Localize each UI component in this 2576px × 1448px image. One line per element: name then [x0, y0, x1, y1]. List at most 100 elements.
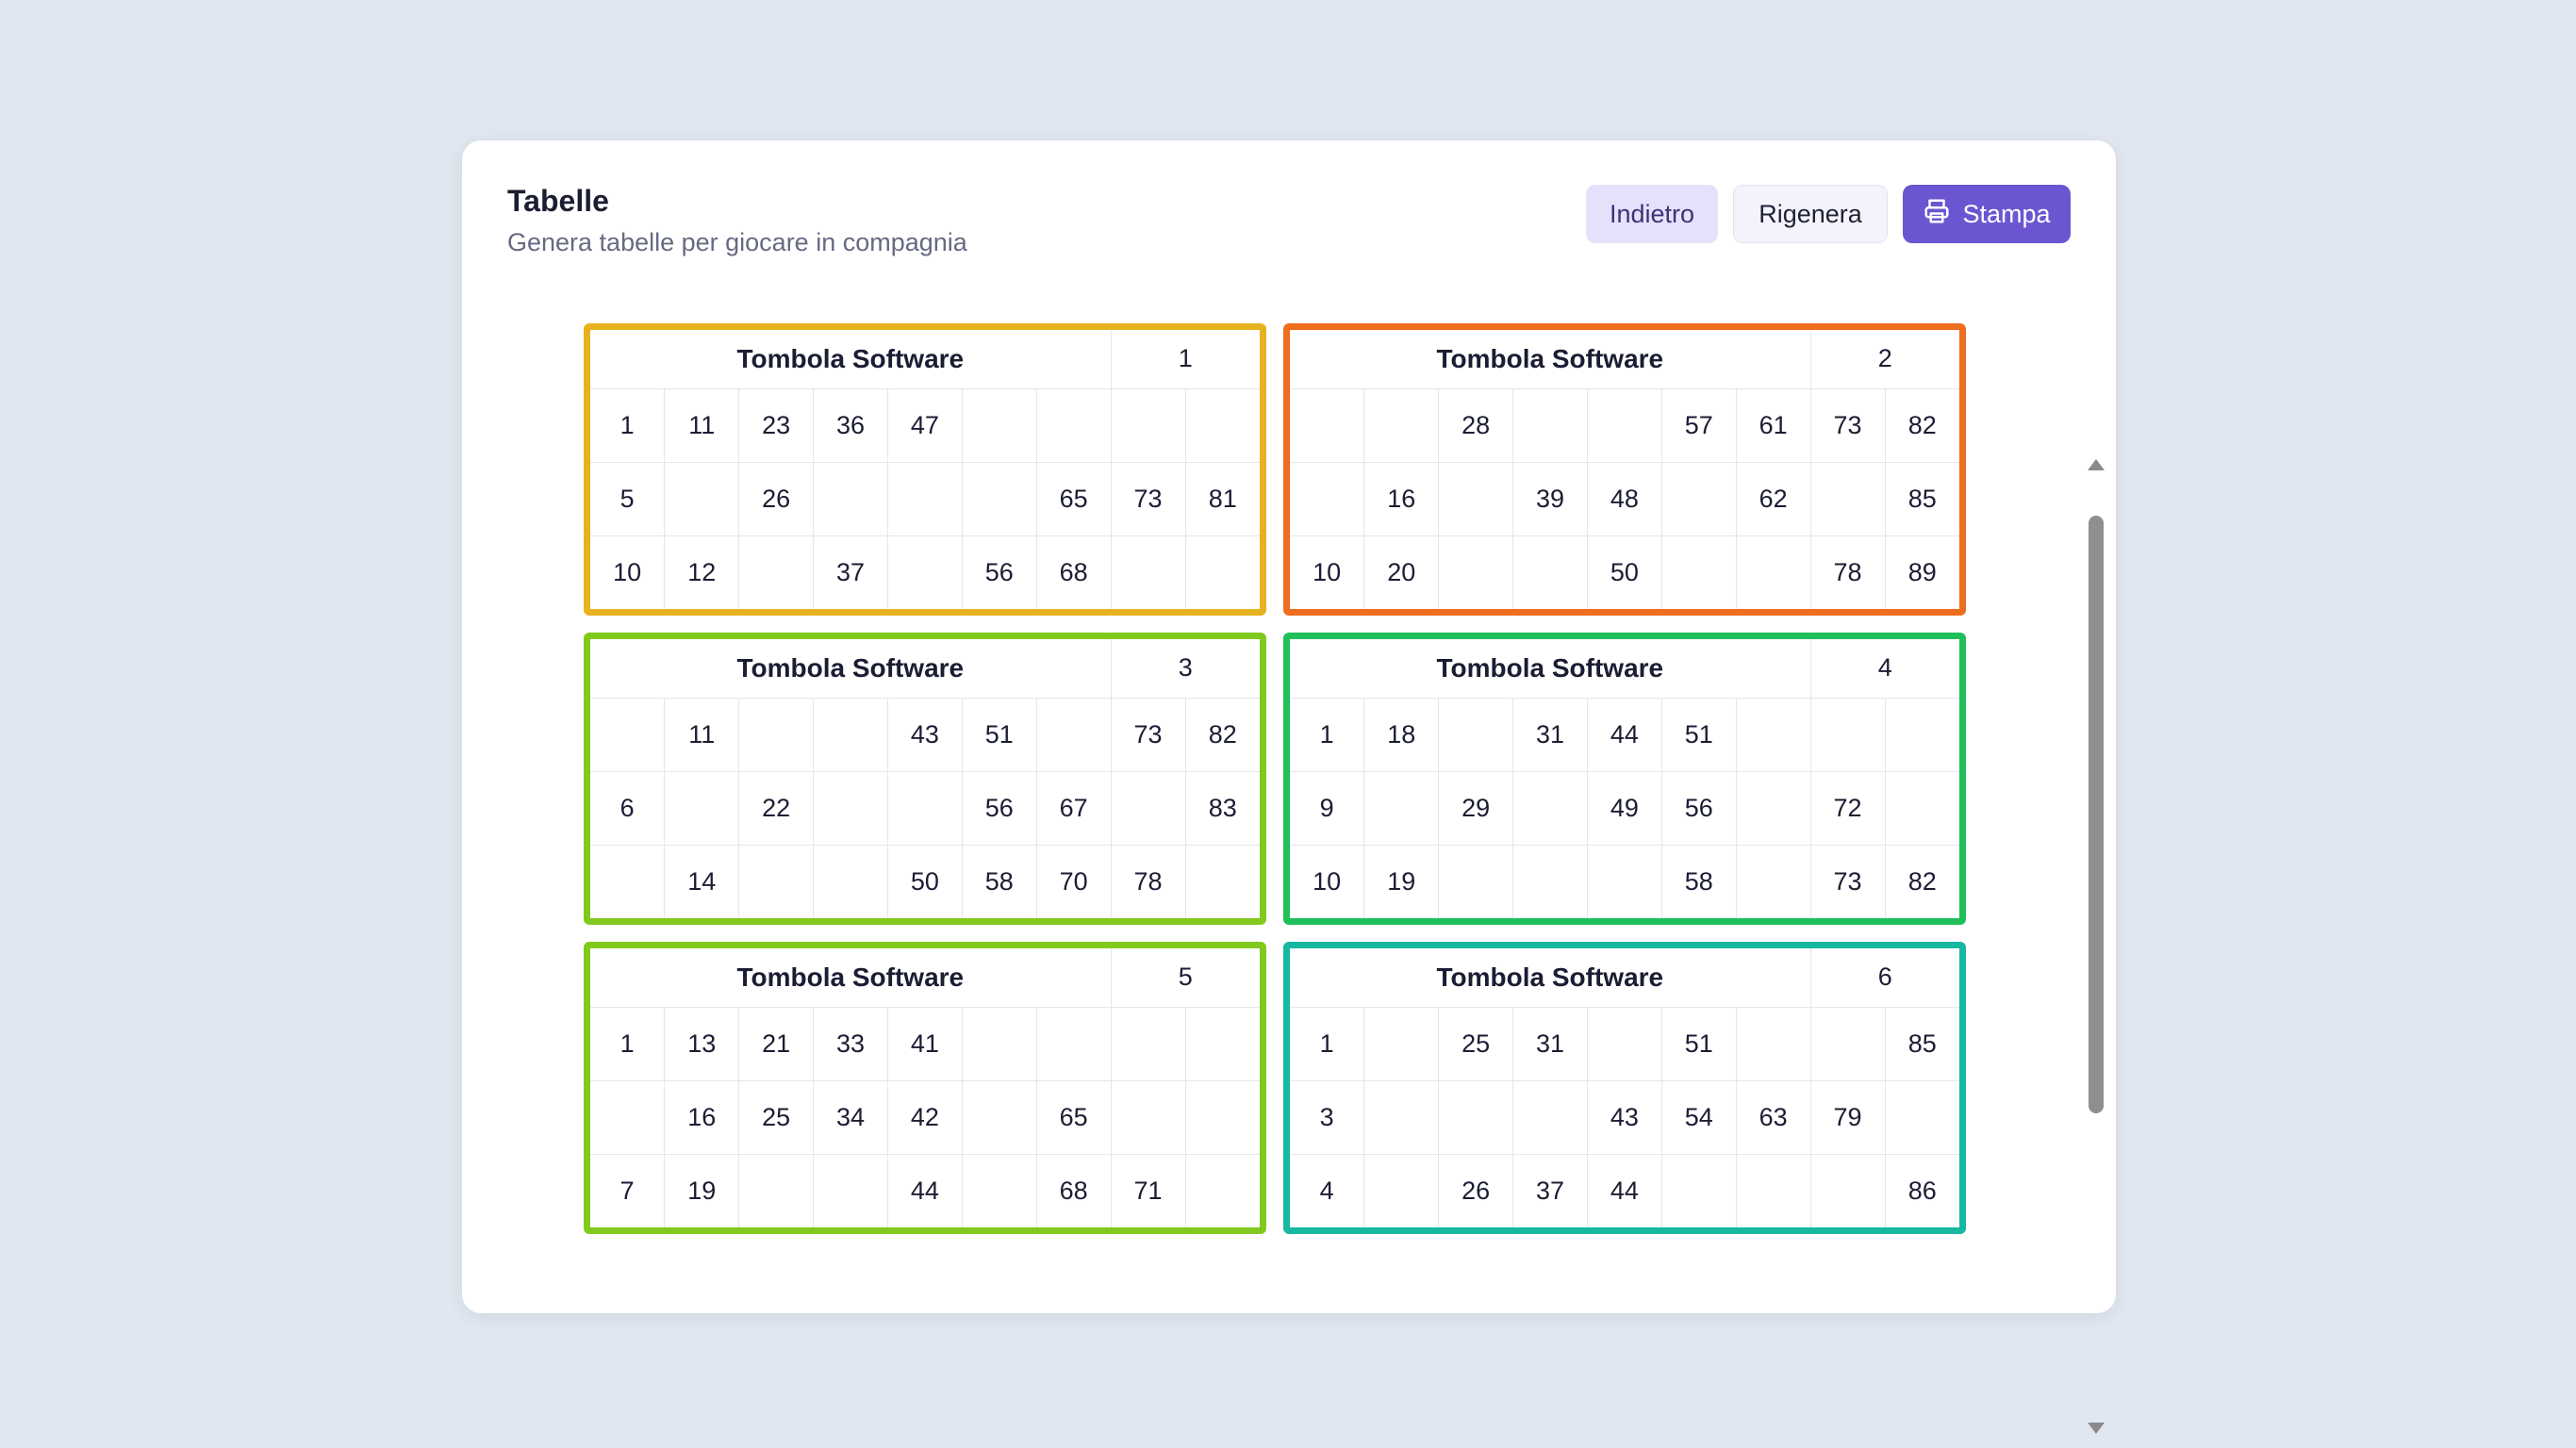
- ticket-cell: [1512, 1079, 1588, 1155]
- ticket-cell: [1735, 1153, 1811, 1227]
- ticket-cell: 29: [1438, 770, 1514, 846]
- ticket-cell: [1184, 1079, 1260, 1155]
- ticket-cell: [1438, 1079, 1514, 1155]
- ticket-cell: 11: [664, 387, 740, 463]
- ticket-cell: 28: [1438, 387, 1514, 463]
- ticket-cell: 63: [1735, 1079, 1811, 1155]
- ticket-cell: 16: [664, 1079, 740, 1155]
- ticket-row: 9 29 49 56 72: [1290, 770, 1959, 846]
- ticket-cell: [738, 697, 815, 772]
- ticket-cell: [1438, 535, 1514, 609]
- ticket-cell: 12: [664, 535, 740, 609]
- ticket-cell: [961, 387, 1037, 463]
- scroll-down-arrow-icon[interactable]: [2088, 1423, 2105, 1434]
- ticket-cell: 56: [961, 535, 1037, 609]
- ticket-cell: [887, 770, 963, 846]
- ticket-row: 10 19 58 73 82: [1290, 844, 1959, 918]
- ticket-cell: 25: [1438, 1006, 1514, 1081]
- ticket-cell: [1512, 844, 1588, 918]
- ticket-cell: [590, 844, 666, 918]
- ticket-cell: 42: [887, 1079, 963, 1155]
- ticket-cell: 51: [961, 697, 1037, 772]
- ticket-row: 14 50 58 70 78: [590, 844, 1260, 918]
- ticket-cell: [1809, 1006, 1886, 1081]
- ticket-cell: 33: [813, 1006, 888, 1081]
- ticket-cell: 13: [664, 1006, 740, 1081]
- ticket-cell: 73: [1809, 387, 1886, 463]
- ticket-cell: [961, 1153, 1037, 1227]
- ticket-cell: 78: [1809, 535, 1886, 609]
- ticket-cell: 1: [590, 1006, 666, 1081]
- ticket-cell: [1184, 1153, 1260, 1227]
- ticket-cell: 21: [738, 1006, 815, 1081]
- ticket-cell: 71: [1110, 1153, 1186, 1227]
- ticket-cell: [1735, 697, 1811, 772]
- vertical-scrollbar[interactable]: [2086, 316, 2106, 1434]
- ticket-cell: [1512, 535, 1588, 609]
- ticket-cell: [1735, 770, 1811, 846]
- ticket-cell: 3: [1290, 1079, 1365, 1155]
- ticket-table: Tombola Software 2 28 57 61 73 82 16 39 48 62 85 10 2…: [1290, 330, 1959, 609]
- ticket-cell: 18: [1363, 697, 1440, 772]
- ticket-cell: 85: [1884, 461, 1959, 536]
- ticket-cell: 78: [1110, 844, 1186, 918]
- ticket-number: 5: [1110, 948, 1260, 1008]
- ticket-number: 6: [1809, 948, 1959, 1008]
- tombola-ticket: Tombola Software 5 1 13 21 33 41 16 25 34 42 65 7 19 4…: [584, 942, 1266, 1234]
- ticket-cell: [887, 461, 963, 536]
- ticket-cell: 1: [1290, 697, 1365, 772]
- ticket-row: 11 43 51 73 82: [590, 697, 1260, 772]
- ticket-row: 10 20 50 78 89: [1290, 535, 1959, 609]
- ticket-table: Tombola Software 4 1 18 31 44 51 9 29 49 56 72 10 19 5…: [1290, 639, 1959, 918]
- ticket-cell: 65: [1035, 461, 1112, 536]
- ticket-cell: 5: [590, 461, 666, 536]
- ticket-cell: 82: [1884, 387, 1959, 463]
- ticket-name: Tombola Software: [1290, 639, 1811, 699]
- ticket-cell: [738, 844, 815, 918]
- ticket-cell: 50: [887, 844, 963, 918]
- ticket-cell: 70: [1035, 844, 1112, 918]
- ticket-cell: 51: [1660, 1006, 1737, 1081]
- ticket-cell: 1: [1290, 1006, 1365, 1081]
- ticket-row: 4 26 37 44 86: [1290, 1153, 1959, 1227]
- scrollbar-thumb[interactable]: [2089, 516, 2104, 1113]
- ticket-name: Tombola Software: [590, 948, 1112, 1008]
- ticket-name: Tombola Software: [1290, 330, 1811, 389]
- back-button[interactable]: Indietro: [1586, 185, 1718, 243]
- ticket-row: 16 39 48 62 85: [1290, 461, 1959, 536]
- ticket-cell: [1110, 535, 1186, 609]
- ticket-cell: [738, 1153, 815, 1227]
- ticket-cell: 81: [1184, 461, 1260, 536]
- ticket-cell: [1184, 1006, 1260, 1081]
- print-button-label: Stampa: [1962, 199, 2051, 228]
- ticket-name: Tombola Software: [590, 639, 1112, 699]
- ticket-cell: [1184, 535, 1260, 609]
- ticket-cell: 1: [590, 387, 666, 463]
- ticket-cell: [1809, 1153, 1886, 1227]
- ticket-cell: 67: [1035, 770, 1112, 846]
- ticket-cell: 31: [1512, 1006, 1588, 1081]
- ticket-table: Tombola Software 1 1 11 23 36 47 5 26 65 73 81 10 12 3…: [590, 330, 1260, 609]
- ticket-table: Tombola Software 6 1 25 31 51 85 3 43 54 63 79 4 26 37…: [1290, 948, 1959, 1227]
- scroll-up-arrow-icon[interactable]: [2088, 459, 2105, 470]
- ticket-cell: 44: [887, 1153, 963, 1227]
- ticket-cell: 79: [1809, 1079, 1886, 1155]
- ticket-cell: [1735, 535, 1811, 609]
- regenerate-button[interactable]: Rigenera: [1733, 185, 1888, 243]
- ticket-row: 1 18 31 44 51: [1290, 697, 1959, 772]
- ticket-cell: [1884, 770, 1959, 846]
- ticket-cell: [961, 461, 1037, 536]
- ticket-cell: 58: [1660, 844, 1737, 918]
- ticket-cell: 20: [1363, 535, 1440, 609]
- ticket-cell: 56: [961, 770, 1037, 846]
- print-button[interactable]: Stampa: [1903, 185, 2071, 243]
- tickets-grid: Tombola Software 1 1 11 23 36 47 5 26 65 73 81 10 12 3…: [584, 323, 1966, 1234]
- ticket-cell: 57: [1660, 387, 1737, 463]
- ticket-row: 16 25 34 42 65: [590, 1079, 1260, 1155]
- ticket-cell: [813, 844, 888, 918]
- ticket-table: Tombola Software 3 11 43 51 73 82 6 22 56 67 83 14 50…: [590, 639, 1260, 918]
- ticket-cell: 41: [887, 1006, 963, 1081]
- tombola-ticket: Tombola Software 6 1 25 31 51 85 3 43 54 63 79 4 26 37…: [1283, 942, 1966, 1234]
- printer-icon: [1923, 197, 1951, 232]
- ticket-cell: 10: [590, 535, 666, 609]
